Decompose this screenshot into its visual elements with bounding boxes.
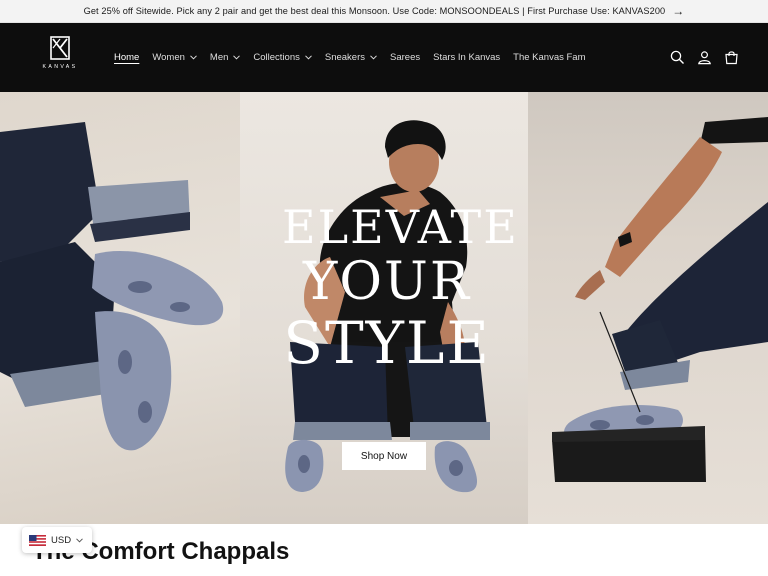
cart-icon[interactable]	[722, 49, 740, 67]
chevron-down-icon	[76, 535, 83, 546]
chevron-down-icon	[233, 52, 241, 63]
chevron-down-icon	[190, 52, 197, 63]
chevron-down-icon	[305, 52, 312, 63]
announcement-bar[interactable]: Get 25% off Sitewide. Pick any 2 pair an…	[0, 0, 768, 23]
header-actions	[659, 23, 740, 92]
nav-label: Women	[152, 52, 185, 63]
shop-now-button[interactable]: Shop Now	[342, 442, 426, 470]
nav-stars-in-kanvas[interactable]: Stars In Kanvas	[433, 52, 500, 63]
center-model	[285, 120, 490, 493]
account-icon[interactable]	[695, 49, 713, 67]
logo-wordmark: KANVAS	[42, 64, 78, 70]
nav-label: Stars In Kanvas	[433, 52, 501, 63]
nav-men[interactable]: Men	[209, 52, 241, 63]
left-legs-shoes	[0, 122, 224, 451]
nav-label: Home	[114, 52, 140, 63]
brand-logo[interactable]: KANVAS	[38, 36, 82, 80]
nav-women[interactable]: Women	[152, 52, 197, 63]
nav-label: Men	[209, 52, 229, 63]
us-flag-icon	[29, 534, 46, 546]
site-header: KANVAS Home Women Men Collections Sneake…	[0, 23, 768, 92]
nav-sneakers[interactable]: Sneakers	[325, 52, 377, 63]
currency-selector[interactable]: USD	[22, 527, 93, 553]
search-icon[interactable]	[668, 49, 686, 67]
kanvas-logo-mark	[50, 36, 70, 60]
nav-label: Sarees	[390, 52, 421, 63]
arrow-right-icon[interactable]: →	[672, 5, 684, 17]
chevron-down-icon	[370, 52, 377, 63]
nav-the-kanvas-fam[interactable]: The Kanvas Fam	[513, 52, 585, 63]
right-legs-shoe	[552, 117, 768, 482]
nav-label: Collections	[253, 52, 300, 63]
main-nav: Home Women Men Collections Sneakers Sare…	[114, 23, 599, 92]
nav-collections[interactable]: Collections	[253, 52, 312, 63]
nav-sarees[interactable]: Sarees	[390, 52, 420, 63]
nav-home[interactable]: Home	[114, 52, 139, 63]
announcement-text: Get 25% off Sitewide. Pick any 2 pair an…	[83, 6, 666, 16]
nav-label: Sneakers	[324, 52, 365, 63]
nav-label: The Kanvas Fam	[513, 52, 586, 63]
currency-code: USD	[51, 534, 72, 546]
